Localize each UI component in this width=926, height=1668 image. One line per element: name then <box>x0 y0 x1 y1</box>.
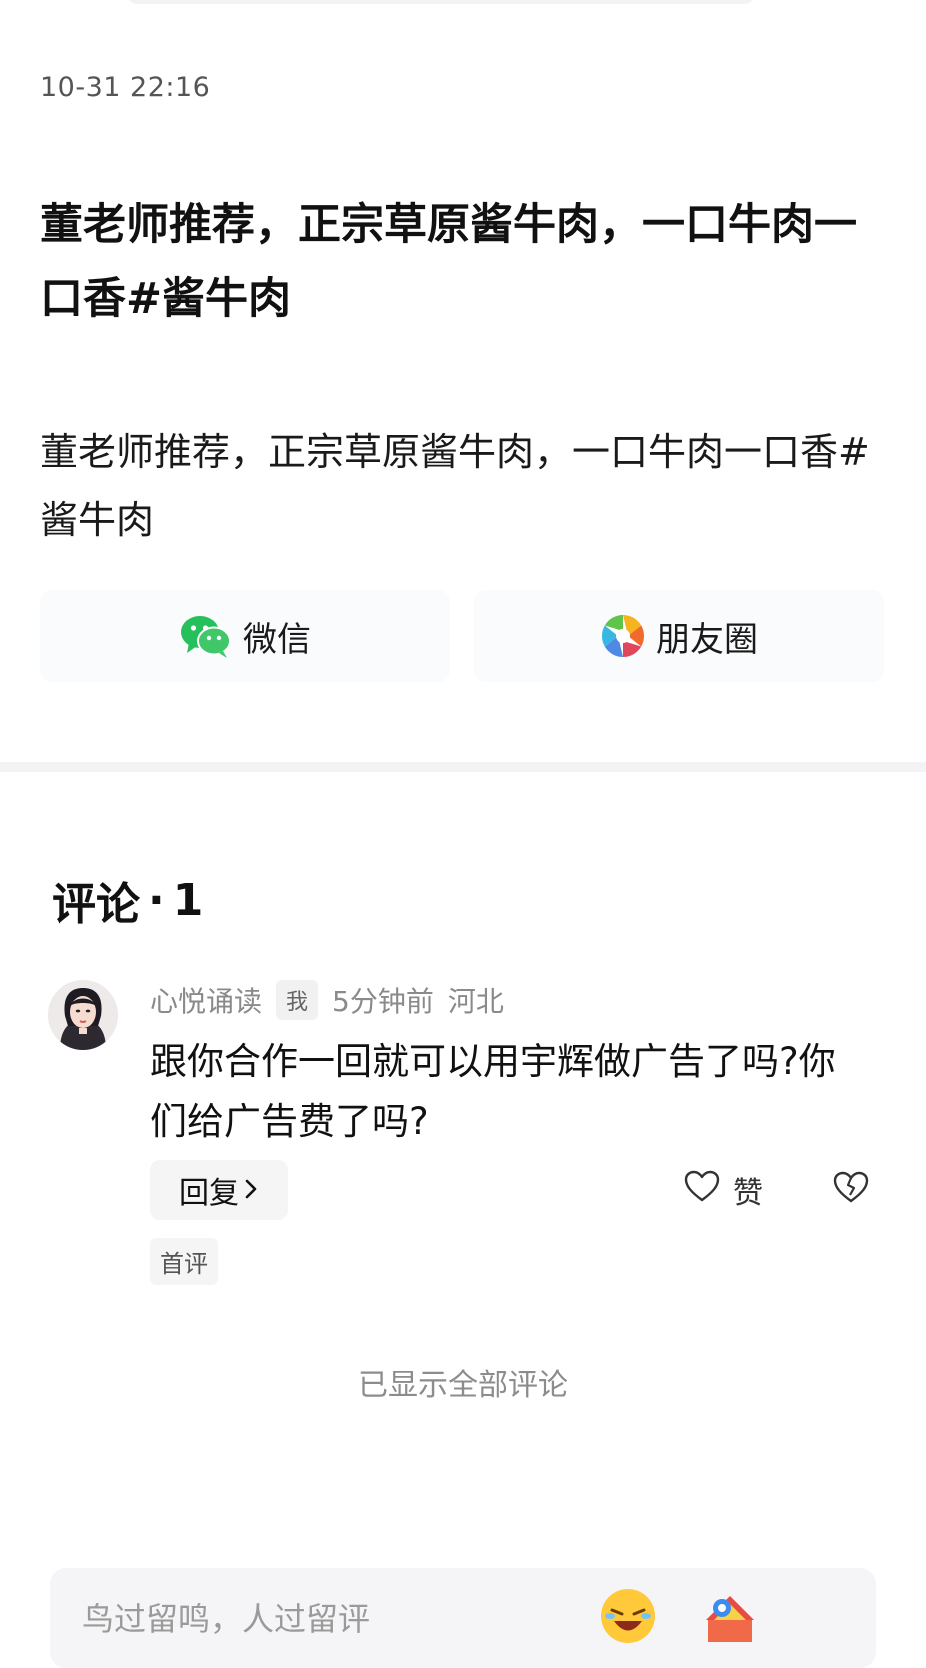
comment-meta: 心悦诵读 我 5分钟前 河北 <box>150 980 504 1020</box>
section-divider <box>0 762 926 772</box>
moments-camera-icon <box>600 613 646 659</box>
post-timestamp: 10-31 22:16 <box>40 72 211 103</box>
avatar[interactable] <box>48 980 118 1050</box>
share-moments-label: 朋友圈 <box>656 619 758 660</box>
comments-heading: 评论 · 1 <box>52 868 203 932</box>
comment-username[interactable]: 心悦诵读 <box>150 980 262 1020</box>
post-title: 董老师推荐，正宗草原酱牛肉，一口牛肉一口香#酱牛肉 <box>40 200 857 324</box>
comment-text: 跟你合作一回就可以用宇辉做广告了吗?你们给广告费了吗? <box>150 1040 836 1143</box>
comments-count: 1 <box>172 874 204 926</box>
gift-button[interactable] <box>700 1586 760 1646</box>
share-wechat-button[interactable]: 微信 <box>40 590 450 682</box>
comment-location: 河北 <box>447 985 504 1018</box>
comment-time: 5分钟前 <box>332 985 434 1018</box>
post-body: 董老师推荐，正宗草原酱牛肉，一口牛肉一口香#酱牛肉 <box>40 430 870 542</box>
me-badge: 我 <box>276 980 319 1020</box>
all-comments-shown: 已显示全部评论 <box>358 1368 568 1403</box>
reply-button[interactable]: 回复 <box>150 1160 288 1220</box>
first-comment-badge: 首评 <box>150 1238 218 1285</box>
heart-icon <box>683 1169 721 1211</box>
like-label: 赞 <box>733 1176 763 1211</box>
like-button[interactable]: 赞 <box>683 1168 763 1212</box>
top-bar-remnant <box>128 0 754 4</box>
share-moments-button[interactable]: 朋友圈 <box>474 590 884 682</box>
share-wechat-label: 微信 <box>243 619 311 660</box>
comment-input-placeholder: 鸟过留鸣，人过留评 <box>82 1600 371 1638</box>
gift-icon <box>700 1596 760 1650</box>
comments-heading-separator: · <box>148 874 165 926</box>
broken-heart-icon <box>832 1171 870 1208</box>
dislike-button[interactable] <box>832 1170 870 1208</box>
chevron-right-icon <box>243 1173 259 1208</box>
reply-label: 回复 <box>179 1176 239 1211</box>
wechat-icon <box>179 613 233 659</box>
comments-heading-label: 评论 <box>52 879 140 930</box>
laughing-emoji-icon <box>598 1589 658 1650</box>
laughing-emoji-button[interactable] <box>598 1586 658 1646</box>
